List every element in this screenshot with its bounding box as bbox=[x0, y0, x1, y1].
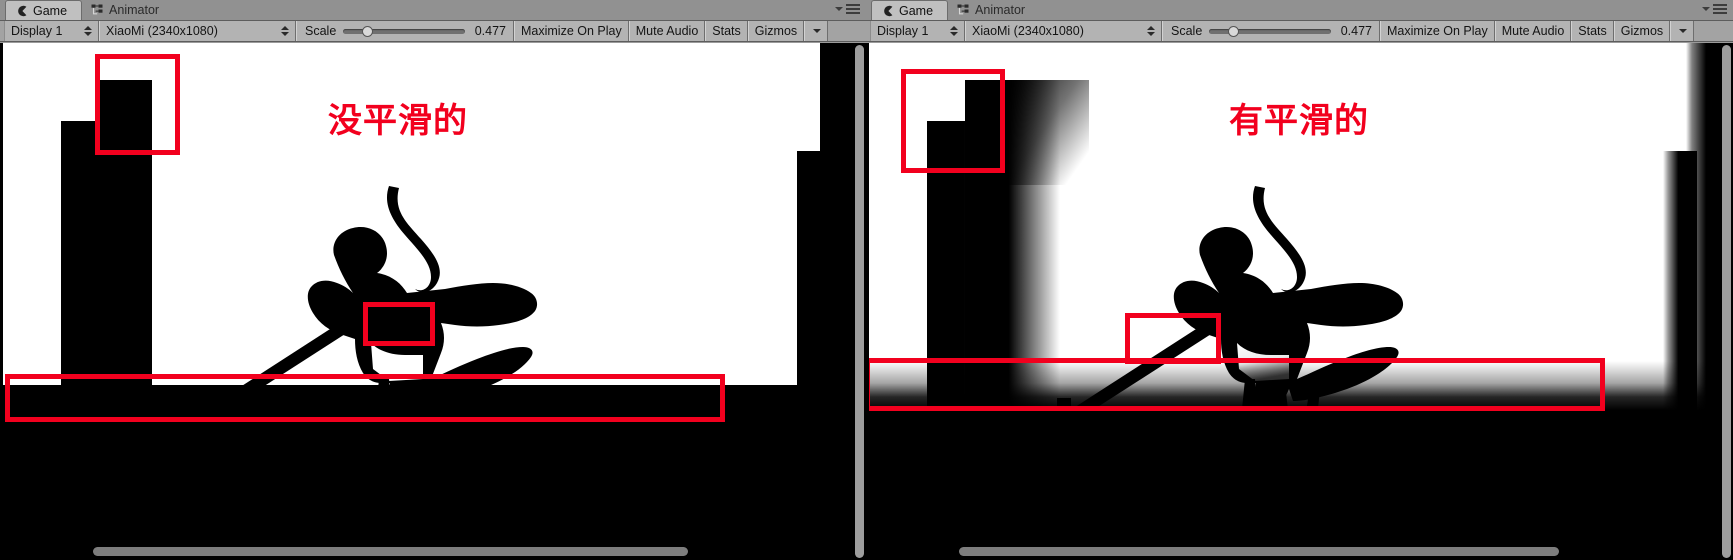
scale-label-left: Scale bbox=[305, 24, 337, 38]
tab-animator-label-right: Animator bbox=[975, 3, 1026, 17]
mute-audio-label-right: Mute Audio bbox=[1501, 24, 1565, 38]
ground-strip-left bbox=[3, 385, 857, 419]
scale-slider-right[interactable] bbox=[1209, 25, 1331, 37]
mute-audio-button-right[interactable]: Mute Audio bbox=[1494, 21, 1572, 41]
game-render-frame-right: 有平滑的 bbox=[869, 43, 1724, 560]
scale-slider-left[interactable] bbox=[343, 25, 465, 37]
tab-animator-label-left: Animator bbox=[109, 3, 160, 17]
slider-knob[interactable] bbox=[362, 25, 374, 37]
display-dropdown-value-right: Display 1 bbox=[877, 23, 929, 38]
scale-control-right[interactable]: Scale 0.477 bbox=[1162, 21, 1380, 41]
game-view-right[interactable]: 有平滑的 bbox=[866, 43, 1733, 560]
tab-animator-left[interactable]: Animator bbox=[82, 0, 173, 20]
tab-game-label-left: Game bbox=[33, 3, 68, 18]
maximize-on-play-button-left[interactable]: Maximize On Play bbox=[514, 21, 629, 41]
tab-game-left[interactable]: Game bbox=[5, 0, 83, 20]
toolbar-filler-left bbox=[828, 21, 866, 41]
maximize-on-play-label-right: Maximize On Play bbox=[1387, 24, 1488, 38]
chevron-down-icon bbox=[1679, 29, 1688, 33]
game-render-frame-left: 没平滑的 bbox=[3, 43, 857, 560]
tab-animator-right[interactable]: Animator bbox=[948, 0, 1039, 20]
horizontal-scrollbar-right[interactable] bbox=[869, 547, 1724, 556]
resolution-dropdown-value-right: XiaoMi (2340x1080) bbox=[972, 23, 1084, 38]
tab-bar-left: Game Animator bbox=[0, 0, 866, 21]
stats-label-left: Stats bbox=[712, 24, 741, 38]
resolution-dropdown-right[interactable]: XiaoMi (2340x1080) bbox=[965, 21, 1162, 41]
maximize-on-play-button-right[interactable]: Maximize On Play bbox=[1380, 21, 1495, 41]
window-options-icon[interactable] bbox=[1702, 4, 1727, 14]
animator-nodes-icon bbox=[957, 4, 970, 17]
animator-nodes-icon bbox=[91, 4, 104, 17]
toolbar-filler-right bbox=[1694, 21, 1733, 41]
pillar-shadow-cast bbox=[1009, 80, 1089, 185]
tab-game-right[interactable]: Game bbox=[871, 0, 949, 20]
game-view-left[interactable]: 没平滑的 bbox=[0, 43, 866, 560]
tab-bar-right: Game Animator bbox=[866, 0, 1733, 21]
scale-control-left[interactable]: Scale 0.477 bbox=[296, 21, 514, 41]
hscroll-thumb-left[interactable] bbox=[93, 547, 688, 556]
chevron-down-icon bbox=[1702, 7, 1710, 11]
gizmos-dropdown-right[interactable] bbox=[1670, 21, 1695, 41]
annotation-label-left: 没平滑的 bbox=[328, 101, 468, 141]
tab-game-label-right: Game bbox=[899, 3, 934, 18]
scale-label-right: Scale bbox=[1171, 24, 1203, 38]
gizmos-button-left[interactable]: Gizmos bbox=[747, 21, 805, 41]
resolution-dropdown-left[interactable]: XiaoMi (2340x1080) bbox=[99, 21, 296, 41]
gizmos-button-right[interactable]: Gizmos bbox=[1613, 21, 1671, 41]
game-panel-right: Game Animator Display 1 XiaoMi (2340x108… bbox=[866, 0, 1733, 560]
stats-label-right: Stats bbox=[1578, 24, 1607, 38]
display-dropdown-right[interactable]: Display 1 bbox=[870, 21, 965, 41]
annotation-label-right: 有平滑的 bbox=[1229, 101, 1369, 141]
hamburger-icon bbox=[846, 4, 860, 14]
game-pacman-icon bbox=[881, 4, 894, 17]
chevron-down-icon bbox=[835, 7, 843, 11]
game-toolbar-right: Display 1 XiaoMi (2340x1080) Scale 0.477 bbox=[866, 21, 1733, 42]
stats-button-right[interactable]: Stats bbox=[1571, 21, 1614, 41]
slider-knob[interactable] bbox=[1228, 25, 1240, 37]
gizmos-dropdown-left[interactable] bbox=[804, 21, 829, 41]
resolution-dropdown-value-left: XiaoMi (2340x1080) bbox=[106, 23, 218, 38]
stats-button-left[interactable]: Stats bbox=[705, 21, 748, 41]
gizmos-label-right: Gizmos bbox=[1620, 24, 1664, 38]
vscroll-thumb-right[interactable] bbox=[1722, 45, 1731, 558]
display-dropdown-left[interactable]: Display 1 bbox=[4, 21, 99, 41]
gizmos-label-left: Gizmos bbox=[754, 24, 798, 38]
maximize-on-play-label-left: Maximize On Play bbox=[521, 24, 622, 38]
chevron-down-icon bbox=[813, 29, 822, 33]
character-silhouette-left bbox=[193, 183, 613, 419]
chevron-updown-icon bbox=[949, 26, 958, 36]
pillar-right-inner bbox=[797, 151, 829, 419]
mute-audio-label-left: Mute Audio bbox=[635, 24, 699, 38]
chevron-updown-icon bbox=[280, 26, 289, 36]
horizontal-scrollbar-left[interactable] bbox=[3, 547, 857, 556]
editor-window: Game Animator Display 1 XiaoMi (2340x108… bbox=[0, 0, 1733, 560]
vertical-scrollbar-right[interactable] bbox=[1722, 45, 1731, 558]
game-toolbar-left: Display 1 XiaoMi (2340x1080) Scale 0.477 bbox=[0, 21, 866, 42]
game-panel-left: Game Animator Display 1 XiaoMi (2340x108… bbox=[0, 0, 866, 560]
chevron-updown-icon bbox=[83, 26, 92, 36]
scale-value-left: 0.477 bbox=[474, 24, 506, 38]
hamburger-icon bbox=[1713, 4, 1727, 14]
window-options-icon[interactable] bbox=[835, 4, 860, 14]
vertical-scrollbar-left[interactable] bbox=[855, 45, 864, 558]
scale-value-right: 0.477 bbox=[1340, 24, 1372, 38]
ground-strip-right bbox=[869, 361, 1724, 419]
hscroll-thumb-right[interactable] bbox=[959, 547, 1559, 556]
game-pacman-icon bbox=[15, 4, 28, 17]
display-dropdown-value-left: Display 1 bbox=[11, 23, 63, 38]
mute-audio-button-left[interactable]: Mute Audio bbox=[628, 21, 706, 41]
vscroll-thumb-left[interactable] bbox=[855, 45, 864, 558]
chevron-updown-icon bbox=[1146, 26, 1155, 36]
pillar-tall-left bbox=[99, 80, 152, 419]
